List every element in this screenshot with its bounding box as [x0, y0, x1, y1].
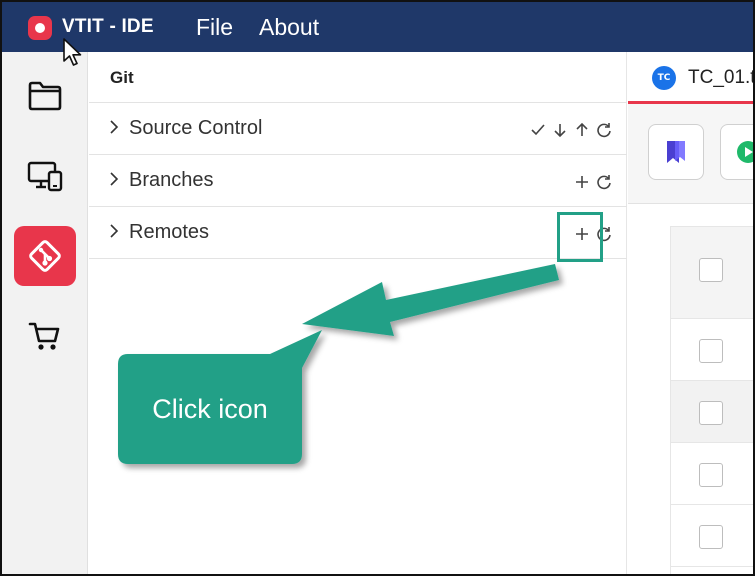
- plus-icon[interactable]: [573, 173, 591, 191]
- row-checkbox[interactable]: [699, 401, 723, 425]
- section-label: Remotes: [129, 221, 210, 243]
- table-row: [671, 319, 753, 381]
- activity-bar: [2, 52, 88, 574]
- run-button[interactable]: [720, 124, 753, 180]
- section-actions: [573, 173, 613, 191]
- section-label: Branches: [129, 169, 214, 191]
- app-window: VTIT - IDE File About Git Source Control…: [0, 0, 755, 576]
- check-icon[interactable]: [529, 121, 547, 139]
- row-checkbox[interactable]: [699, 463, 723, 487]
- chevron-right-icon[interactable]: [107, 171, 121, 187]
- refresh-icon[interactable]: [595, 173, 613, 191]
- app-logo-icon: [28, 16, 52, 40]
- table-row: [671, 381, 753, 443]
- app-title: VTIT - IDE: [62, 16, 154, 37]
- git-panel: Git Source Control Branches Remotes: [89, 52, 627, 574]
- refresh-icon[interactable]: [595, 121, 613, 139]
- select-all-checkbox[interactable]: [699, 258, 723, 282]
- tab-label: TC_01.t: [688, 67, 755, 88]
- editor-toolbar: [628, 104, 753, 204]
- activity-explorer[interactable]: [14, 66, 76, 126]
- activity-cart[interactable]: [14, 306, 76, 366]
- callout-label: Click icon: [152, 393, 268, 424]
- test-steps-table: [670, 226, 753, 574]
- cart-icon: [28, 322, 60, 350]
- bookmark-icon: [667, 141, 685, 163]
- panel-title: Git: [110, 68, 134, 87]
- bookmark-button[interactable]: [648, 124, 704, 180]
- menu-file[interactable]: File: [196, 14, 233, 41]
- title-bar: VTIT - IDE File About: [2, 2, 753, 52]
- table-row: [671, 443, 753, 505]
- folder-icon: [28, 81, 62, 111]
- editor-tab[interactable]: TC TC_01.t: [628, 52, 755, 104]
- test-case-icon: TC: [652, 66, 676, 90]
- devices-icon: [27, 161, 63, 192]
- play-icon: [737, 141, 753, 163]
- activity-devices[interactable]: [14, 146, 76, 206]
- menu-about[interactable]: About: [259, 14, 319, 41]
- section-label: Source Control: [129, 117, 263, 139]
- mouse-cursor-icon: [63, 38, 82, 66]
- editor-area: TC TC_01.t: [628, 52, 755, 574]
- section-actions: [529, 121, 613, 139]
- section-remotes[interactable]: Remotes: [89, 207, 627, 259]
- highlight-box: [557, 212, 603, 262]
- section-source-control[interactable]: Source Control: [89, 103, 627, 155]
- row-checkbox[interactable]: [699, 525, 723, 549]
- chevron-right-icon[interactable]: [107, 223, 121, 239]
- arrow-up-icon[interactable]: [573, 121, 591, 139]
- activity-git[interactable]: [14, 226, 76, 286]
- git-icon: [29, 240, 61, 272]
- arrow-down-icon[interactable]: [551, 121, 569, 139]
- section-branches[interactable]: Branches: [89, 155, 627, 207]
- row-checkbox[interactable]: [699, 339, 723, 363]
- table-header-row: [671, 227, 753, 319]
- table-row: [671, 505, 753, 567]
- chevron-right-icon[interactable]: [107, 119, 121, 135]
